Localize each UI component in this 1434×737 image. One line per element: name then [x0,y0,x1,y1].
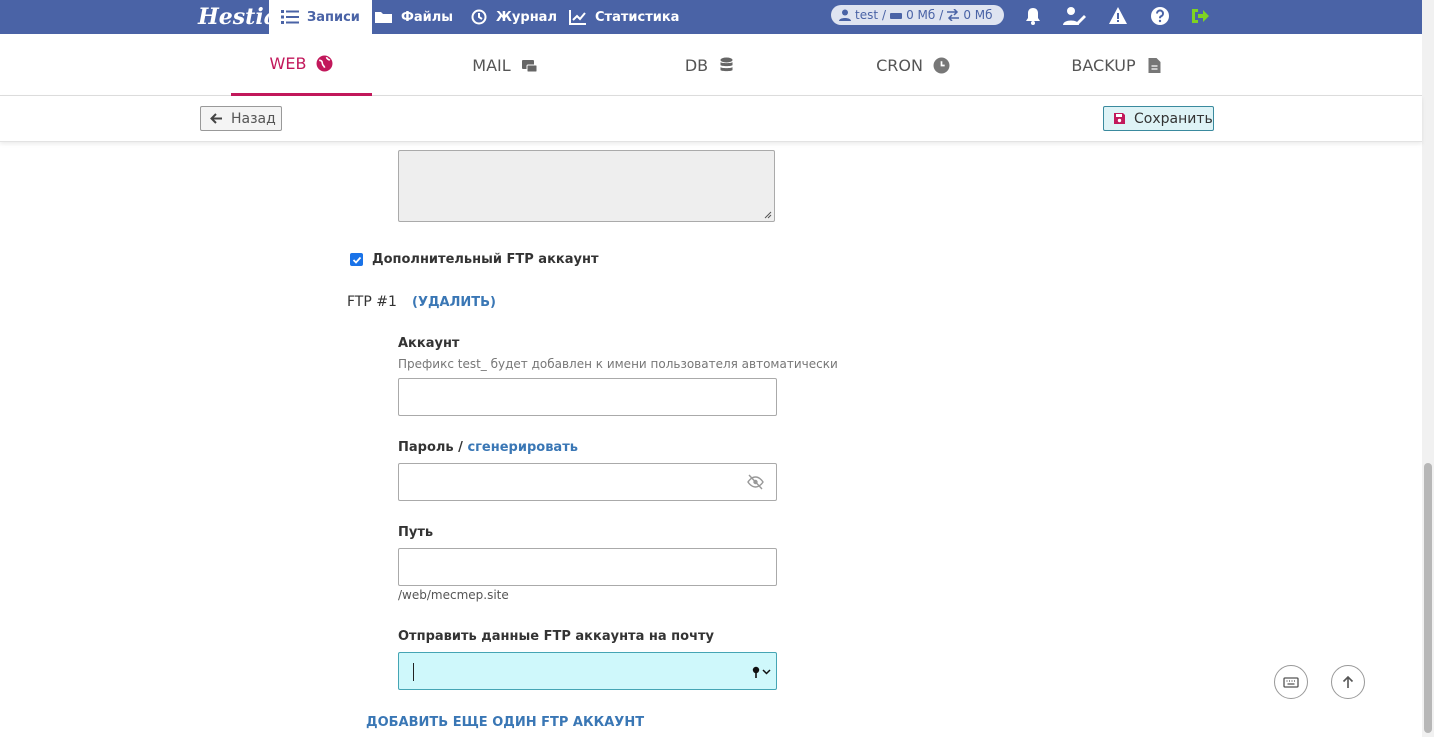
extra-ftp-checkbox[interactable] [350,253,363,266]
account-label: Аккаунт [398,336,460,351]
clock-icon [933,57,950,73]
top-navbar: Hestia Записи Файлы Журнал Статистика te… [0,0,1422,34]
nav-log-label: Журнал [496,9,557,25]
keyboard-icon [1283,677,1299,688]
file-icon [1148,57,1161,73]
tab-db-label: DB [684,55,709,75]
password-label: Пароль / [398,440,463,455]
nav-files[interactable]: Файлы [375,0,453,34]
bell-icon[interactable] [1023,6,1043,26]
back-button[interactable]: Назад [200,106,282,131]
disabled-textarea [398,150,775,222]
user-icon [839,9,851,21]
save-button[interactable]: Сохранить [1103,106,1214,131]
ftp-heading: FTP #1 [347,294,397,310]
arrow-up-icon [1342,675,1354,688]
database-icon [720,57,733,71]
usage-bandwidth: 0 Мб [963,8,993,22]
notify-email-input[interactable] [398,652,777,690]
warning-icon[interactable] [1108,6,1128,26]
keyboard-shortcuts-button[interactable] [1274,665,1308,699]
nav-files-label: Файлы [401,9,454,25]
resize-grip-icon[interactable] [764,211,772,219]
add-ftp-account-link[interactable]: ДОБАВИТЬ ЕЩЕ ОДИН FTP АККАУНТ [366,715,644,730]
tab-db[interactable]: DB [650,34,770,96]
history-icon [471,9,487,25]
account-hint: Префикс test_ будет добавлен к имени пол… [398,357,838,371]
scroll-to-top-button[interactable] [1331,665,1365,699]
checkmark-icon [352,256,361,264]
user-edit-icon[interactable] [1063,6,1087,26]
usage-disk: 0 Мб [906,8,936,22]
scrollbar-thumb[interactable] [1424,463,1432,733]
tab-cron-label: CRON [876,55,923,75]
account-input[interactable] [398,378,777,416]
usage-user: test [855,8,879,22]
globe-icon [316,55,333,72]
disk-icon [890,13,903,19]
key-dropdown-icon[interactable] [751,665,771,679]
save-button-label: Сохранить [1134,110,1213,127]
tab-mail[interactable]: MAIL [440,34,570,96]
usage-separator-2: / [939,8,944,22]
nav-records-label: Записи [307,9,360,25]
nav-stats[interactable]: Статистика [569,0,679,34]
nav-stats-label: Статистика [595,9,680,25]
page-scrollbar[interactable] [1422,0,1434,737]
save-icon [1114,113,1125,124]
back-button-label: Назад [231,110,276,127]
extra-ftp-label: Дополнительный FTP аккаунт [372,252,599,267]
tab-backup[interactable]: BACKUP [1052,34,1182,96]
help-icon[interactable] [1150,6,1170,26]
password-label-row: Пароль / сгенерировать [398,440,578,455]
path-input[interactable] [398,548,777,586]
password-input[interactable] [398,463,777,501]
extra-ftp-checkbox-row[interactable]: Дополнительный FTP аккаунт [350,252,598,267]
usage-separator: / [882,8,887,22]
folder-icon [375,12,392,23]
nav-records[interactable]: Записи [269,0,372,34]
logout-icon[interactable] [1190,6,1210,26]
chart-icon [569,10,586,25]
usage-badge[interactable]: test / 0 Мб / 0 Мб [831,5,1004,25]
partially-hidden-hint: — — — — — — — — — — [398,142,798,148]
hestia-logo[interactable]: Hestia [198,2,278,32]
nav-log[interactable]: Журнал [470,0,557,34]
ftp-delete-link[interactable]: (УДАЛИТЬ) [412,295,496,310]
tab-mail-label: MAIL [472,55,511,75]
section-tabs: WEB MAIL DB CRON BACKUP [0,34,1422,96]
list-icon [281,10,299,24]
eye-slash-icon[interactable] [747,474,764,490]
form-content: — — — — — — — — — — Дополнительный FTP а… [0,142,1422,737]
tab-web[interactable]: WEB [231,34,372,96]
path-label: Путь [398,525,434,540]
mail-icon [521,59,538,72]
tab-backup-label: BACKUP [1071,55,1136,75]
tab-web-label: WEB [269,54,307,73]
text-caret [413,663,414,681]
generate-password-link[interactable]: сгенерировать [467,440,578,455]
tab-cron[interactable]: CRON [848,34,978,96]
notify-email-label: Отправить данные FTP аккаунта на почту [398,629,715,644]
action-toolbar: Назад Сохранить [0,96,1422,142]
arrow-left-icon [210,113,222,124]
path-hint: /web/mecmep.site [398,588,509,602]
transfer-icon [947,9,960,21]
